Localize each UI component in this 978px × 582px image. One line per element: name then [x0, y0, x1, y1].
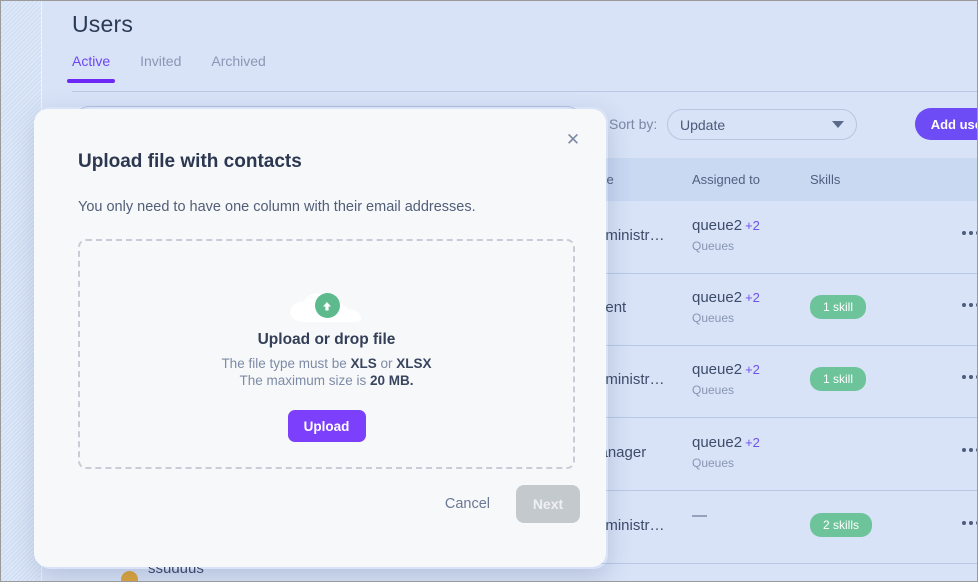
cell-assigned-to: — — [692, 507, 707, 524]
kebab-menu-icon[interactable] — [962, 303, 977, 307]
tab-archived[interactable]: Archived — [211, 53, 265, 83]
dropzone-maxsize-line: The maximum size is 20 MB. — [239, 373, 413, 388]
assigned-sublabel: Queues — [692, 456, 735, 470]
cell-assigned-to: queue2 +2 Queues — [692, 217, 760, 253]
tabs-bar: Active Invited Archived — [66, 53, 266, 83]
maxsize-prefix: The maximum size is — [239, 373, 370, 388]
kebab-menu-icon[interactable] — [962, 231, 977, 235]
cloud-upload-icon — [285, 283, 369, 327]
status-badge: 1 skill — [810, 367, 867, 391]
cell-skills: 1 skill — [810, 295, 867, 319]
upload-arrow-icon — [314, 293, 340, 318]
modal-subtitle: You only need to have one column with th… — [78, 199, 476, 215]
assigned-queue: queue2 — [692, 434, 743, 451]
maxsize-value: 20 MB. — [370, 373, 414, 388]
tab-invited[interactable]: Invited — [140, 53, 181, 83]
cancel-button[interactable]: Cancel — [443, 492, 492, 516]
assigned-more-link[interactable]: +2 — [745, 218, 760, 233]
column-header-skills: Skills — [810, 172, 841, 187]
sort-by-value: Update — [680, 116, 726, 133]
column-header-assigned-to: Assigned to — [692, 172, 760, 187]
assigned-queue: queue2 — [692, 217, 743, 234]
kebab-menu-icon[interactable] — [962, 521, 977, 525]
upload-file-modal: ✕ Upload file with contacts You only nee… — [34, 109, 606, 567]
assigned-sublabel: Queues — [692, 383, 735, 397]
cell-assigned-to: queue2 +2 Queues — [692, 361, 760, 397]
assigned-more-link[interactable]: +2 — [745, 290, 760, 305]
filetype-xls: XLS — [350, 356, 377, 371]
status-badge: 2 skills — [810, 513, 873, 537]
app-window: Users Active Invited Archived Sort by: U… — [0, 0, 978, 582]
assigned-queue: queue2 — [692, 289, 743, 306]
page-title: Users — [72, 11, 134, 37]
dropzone-filetype-line: The file type must be XLS or XLSX — [221, 356, 431, 371]
filetype-mid: or — [376, 356, 397, 371]
cell-skills: 1 skill — [810, 367, 867, 391]
cell-skills: 2 skills — [810, 513, 873, 537]
close-icon[interactable]: ✕ — [562, 129, 584, 151]
assigned-more-link[interactable]: +2 — [745, 362, 760, 377]
users-page: Users Active Invited Archived Sort by: U… — [34, 1, 977, 581]
kebab-menu-icon[interactable] — [962, 375, 977, 379]
upload-button[interactable]: Upload — [287, 410, 366, 442]
cell-assigned-to: queue2 +2 Queues — [692, 434, 760, 470]
add-users-button[interactable]: Add users — [915, 108, 977, 140]
file-dropzone[interactable]: Upload or drop file The file type must b… — [78, 239, 575, 469]
assigned-sublabel: Queues — [692, 239, 735, 253]
status-badge: 1 skill — [810, 295, 867, 319]
sort-by-label: Sort by: — [609, 116, 658, 132]
chevron-down-icon — [832, 121, 844, 128]
avatar — [121, 571, 138, 581]
filetype-xlsx: XLSX — [396, 356, 432, 371]
cell-assigned-to: queue2 +2 Queues — [692, 289, 760, 325]
assigned-queue: queue2 — [692, 361, 743, 378]
assigned-sublabel: Queues — [692, 311, 735, 325]
filetype-prefix: The file type must be — [221, 356, 351, 371]
tab-active[interactable]: Active — [66, 53, 116, 83]
next-button[interactable]: Next — [516, 485, 580, 523]
sort-by-select[interactable]: Update — [667, 109, 857, 140]
tabs-divider — [72, 91, 977, 92]
assigned-empty: — — [692, 507, 707, 524]
assigned-more-link[interactable]: +2 — [745, 435, 760, 450]
modal-footer: Cancel Next — [443, 485, 580, 523]
kebab-menu-icon[interactable] — [962, 448, 977, 452]
modal-title: Upload file with contacts — [78, 151, 302, 172]
dropzone-title: Upload or drop file — [257, 331, 396, 348]
